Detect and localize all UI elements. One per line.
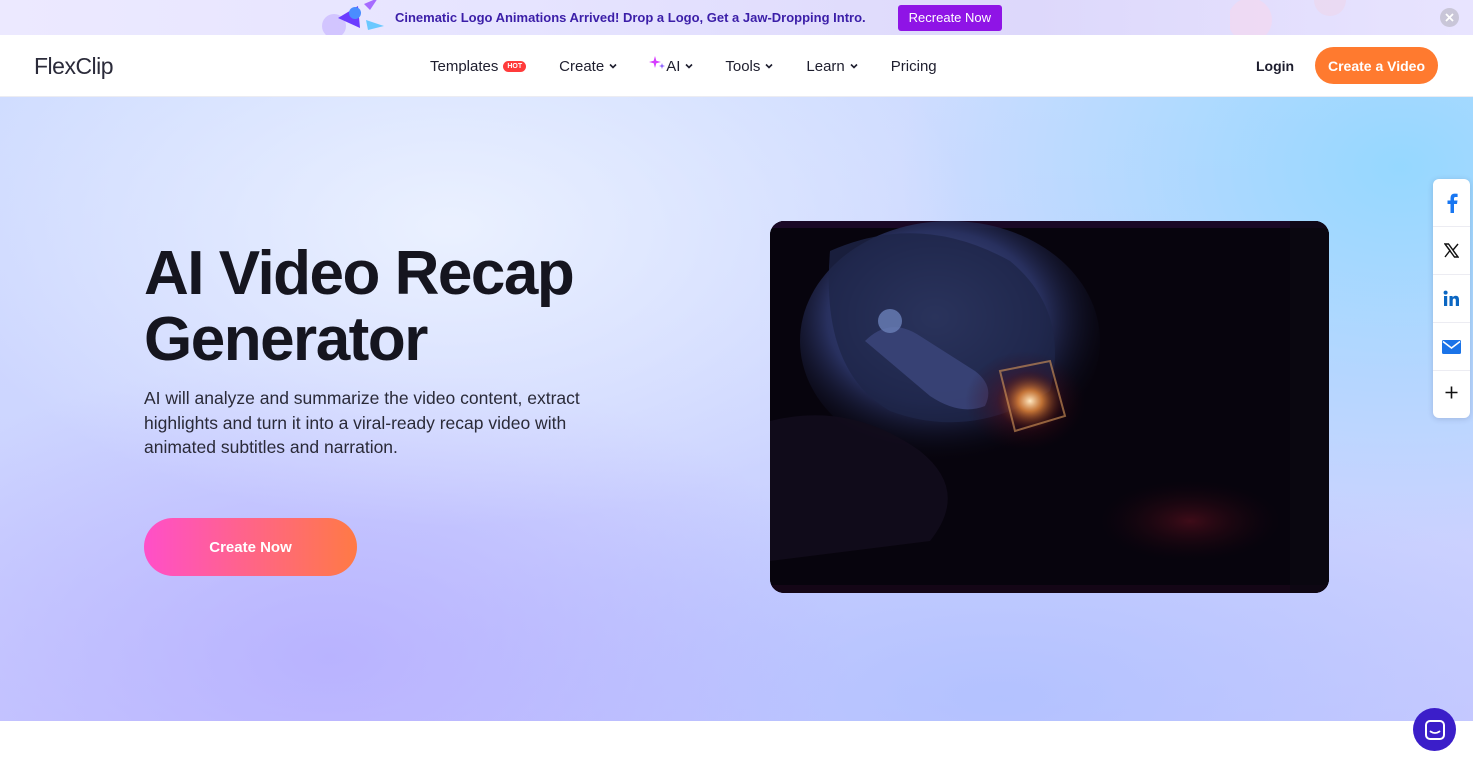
chevron-down-icon	[609, 63, 617, 69]
page-title: AI Video Recap Generator	[144, 241, 664, 373]
share-sidebar	[1433, 179, 1470, 418]
logo[interactable]: FlexClip	[34, 52, 114, 80]
recreate-now-button[interactable]: Recreate Now	[897, 4, 1003, 31]
nav-item-label: Learn	[806, 57, 845, 75]
announcement-banner: Cinematic Logo Animations Arrived! Drop …	[0, 0, 1473, 35]
create-a-video-button[interactable]: Create a Video	[1315, 47, 1438, 84]
nav-item-tools[interactable]: Tools	[725, 35, 774, 97]
site-header: FlexClip Templates HOT Create AI Tools L…	[0, 35, 1473, 97]
chevron-down-icon	[685, 63, 693, 69]
logo-text: FlexClip	[34, 52, 114, 79]
chat-button[interactable]	[1413, 708, 1456, 751]
nav-item-learn[interactable]: Learn	[806, 35, 858, 97]
nav-item-label: Tools	[725, 57, 761, 75]
nav-item-label: Create	[559, 57, 605, 75]
login-link[interactable]: Login	[1256, 35, 1294, 97]
linkedin-icon[interactable]	[1433, 275, 1470, 323]
nav-item-label: Pricing	[890, 57, 937, 75]
create-now-button[interactable]: Create Now	[144, 518, 357, 576]
main-nav: Templates HOT Create AI Tools Learn Pric…	[430, 35, 937, 97]
chevron-down-icon	[765, 63, 773, 69]
nav-item-templates[interactable]: Templates HOT	[430, 35, 527, 97]
decorative-shapes	[1230, 0, 1346, 35]
hero-description: AI will analyze and summarize the video …	[144, 388, 580, 457]
close-icon[interactable]	[1440, 8, 1459, 27]
hot-badge: HOT	[503, 60, 527, 72]
hero-section: AI Video Recap Generator AI will analyze…	[0, 97, 1473, 721]
sparkle-icon	[649, 56, 666, 69]
chat-icon	[1424, 719, 1445, 740]
nav-item-label: Templates	[430, 57, 499, 75]
banner-message: Cinematic Logo Animations Arrived! Drop …	[394, 10, 866, 25]
plus-icon[interactable]	[1433, 371, 1470, 414]
email-icon[interactable]	[1433, 323, 1470, 371]
video-frame	[770, 221, 1329, 593]
x-icon[interactable]	[1433, 227, 1470, 275]
nav-item-create[interactable]: Create	[559, 35, 618, 97]
title-line-2: Generator	[144, 305, 428, 374]
nav-item-ai[interactable]: AI	[649, 35, 694, 97]
nav-item-pricing[interactable]: Pricing	[891, 35, 937, 97]
title-line-1: AI Video Recap	[144, 239, 575, 308]
megaphone-icon	[322, 0, 384, 35]
facebook-icon[interactable]	[1433, 179, 1470, 227]
hero-video[interactable]	[770, 221, 1329, 593]
nav-item-label: AI	[666, 57, 681, 75]
chevron-down-icon	[850, 63, 858, 69]
